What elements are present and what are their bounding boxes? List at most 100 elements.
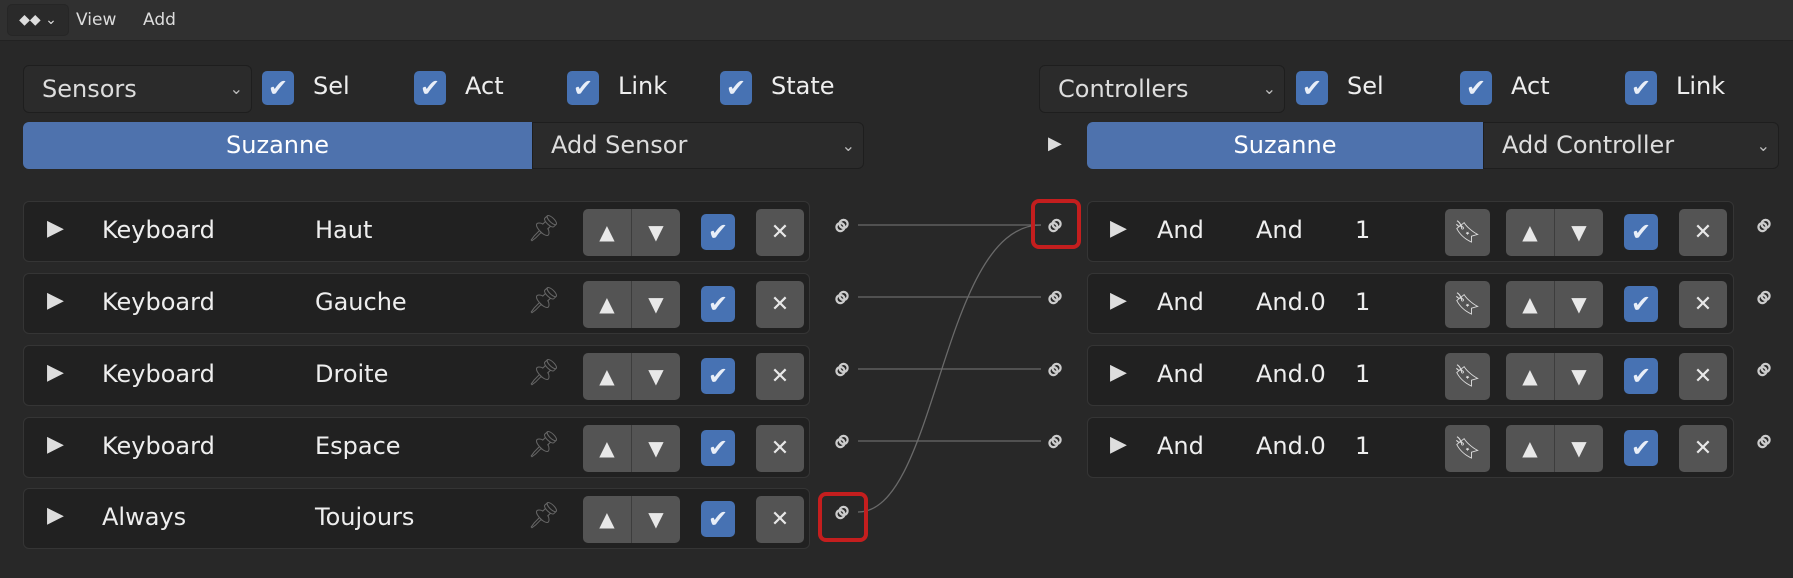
expand-arrow-icon[interactable]: ▶	[1110, 432, 1127, 457]
expand-arrow-icon[interactable]: ▶	[1110, 360, 1127, 385]
highlight-box	[1031, 199, 1081, 249]
controller-state[interactable]: 1	[1355, 432, 1370, 460]
expand-arrow-icon[interactable]: ▶	[1110, 288, 1127, 313]
bookmark-button[interactable]: 🔖︎	[1445, 425, 1490, 472]
pin-icon[interactable]: 📌︎	[527, 430, 560, 460]
bookmark-icon: 🔖︎	[1453, 436, 1482, 461]
remove-button[interactable]: ✕	[1679, 425, 1727, 472]
sensor-type[interactable]: Keyboard	[102, 216, 215, 244]
expand-arrow-icon[interactable]: ▶	[47, 432, 64, 457]
pin-icon[interactable]: 📌︎	[527, 501, 560, 531]
controller-state[interactable]: 1	[1355, 288, 1370, 316]
active-checkbox[interactable]: ✔	[1624, 430, 1658, 466]
close-icon: ✕	[770, 507, 790, 532]
active-checkbox[interactable]: ✔	[701, 214, 735, 250]
sensor-type[interactable]: Keyboard	[102, 432, 215, 460]
active-checkbox[interactable]: ✔	[1624, 214, 1658, 250]
sensor-name[interactable]: Droite	[315, 360, 388, 388]
bookmark-icon: 🔖︎	[1453, 220, 1482, 245]
pin-icon[interactable]: 📌︎	[527, 286, 560, 316]
move-down-button[interactable]: ▼	[632, 425, 680, 472]
move-up-down-buttons: ▲ ▼	[1506, 425, 1603, 472]
sensor-row: ▶ Always Toujours 📌︎ ▲ ▼ ✔ ✕	[23, 488, 810, 549]
sensor-row: ▶ Keyboard Gauche 📌︎ ▲ ▼ ✔ ✕	[23, 273, 810, 334]
controller-row: ▶ And And 1 🔖︎ ▲ ▼ ✔ ✕	[1087, 201, 1734, 262]
sensor-name[interactable]: Toujours	[315, 503, 414, 531]
highlight-box	[818, 492, 868, 542]
sensor-name[interactable]: Espace	[315, 432, 401, 460]
sensor-type[interactable]: Keyboard	[102, 360, 215, 388]
remove-button[interactable]: ✕	[756, 496, 804, 543]
move-up-button[interactable]: ▲	[583, 425, 631, 472]
controller-type[interactable]: And	[1157, 216, 1204, 244]
controller-state[interactable]: 1	[1355, 360, 1370, 388]
move-down-button[interactable]: ▼	[1555, 425, 1603, 472]
expand-arrow-icon[interactable]: ▶	[47, 216, 64, 241]
controller-name[interactable]: And.0	[1256, 288, 1326, 316]
move-up-button[interactable]: ▲	[1506, 281, 1554, 328]
controller-name[interactable]: And	[1256, 216, 1303, 244]
move-down-button[interactable]: ▼	[632, 353, 680, 400]
sensor-row: ▶ Keyboard Haut 📌︎ ▲ ▼ ✔ ✕	[23, 201, 810, 262]
move-down-button[interactable]: ▼	[1555, 209, 1603, 256]
controller-state[interactable]: 1	[1355, 216, 1370, 244]
remove-button[interactable]: ✕	[756, 209, 804, 256]
move-up-button[interactable]: ▲	[1506, 425, 1554, 472]
controller-row: ▶ And And.0 1 🔖︎ ▲ ▼ ✔ ✕	[1087, 273, 1734, 334]
bookmark-button[interactable]: 🔖︎	[1445, 353, 1490, 400]
move-up-button[interactable]: ▲	[1506, 209, 1554, 256]
remove-button[interactable]: ✕	[1679, 281, 1727, 328]
move-up-down-buttons: ▲ ▼	[583, 496, 680, 543]
expand-arrow-icon[interactable]: ▶	[1110, 216, 1127, 241]
close-icon: ✕	[770, 436, 790, 461]
move-up-button[interactable]: ▲	[1506, 353, 1554, 400]
bookmark-icon: 🔖︎	[1453, 292, 1482, 317]
move-up-button[interactable]: ▲	[583, 209, 631, 256]
expand-arrow-icon[interactable]: ▶	[47, 360, 64, 385]
active-checkbox[interactable]: ✔	[701, 430, 735, 466]
move-down-button[interactable]: ▼	[632, 496, 680, 543]
expand-arrow-icon[interactable]: ▶	[47, 288, 64, 313]
move-down-button[interactable]: ▼	[632, 281, 680, 328]
close-icon: ✕	[770, 364, 790, 389]
controller-name[interactable]: And.0	[1256, 432, 1326, 460]
remove-button[interactable]: ✕	[1679, 353, 1727, 400]
sensor-type[interactable]: Always	[102, 503, 186, 531]
close-icon: ✕	[1693, 292, 1713, 317]
controller-name[interactable]: And.0	[1256, 360, 1326, 388]
sensor-name[interactable]: Haut	[315, 216, 372, 244]
sensor-row: ▶ Keyboard Espace 📌︎ ▲ ▼ ✔ ✕	[23, 417, 810, 478]
move-up-down-buttons: ▲ ▼	[1506, 281, 1603, 328]
move-down-button[interactable]: ▼	[1555, 281, 1603, 328]
remove-button[interactable]: ✕	[756, 281, 804, 328]
active-checkbox[interactable]: ✔	[1624, 286, 1658, 322]
active-checkbox[interactable]: ✔	[701, 358, 735, 394]
pin-icon[interactable]: 📌︎	[527, 358, 560, 388]
sensor-row: ▶ Keyboard Droite 📌︎ ▲ ▼ ✔ ✕	[23, 345, 810, 406]
expand-arrow-icon[interactable]: ▶	[47, 503, 64, 528]
move-up-button[interactable]: ▲	[583, 353, 631, 400]
move-up-button[interactable]: ▲	[583, 281, 631, 328]
move-up-down-buttons: ▲ ▼	[583, 281, 680, 328]
move-up-down-buttons: ▲ ▼	[583, 425, 680, 472]
bookmark-button[interactable]: 🔖︎	[1445, 209, 1490, 256]
close-icon: ✕	[770, 292, 790, 317]
move-up-button[interactable]: ▲	[583, 496, 631, 543]
controller-type[interactable]: And	[1157, 288, 1204, 316]
remove-button[interactable]: ✕	[756, 353, 804, 400]
active-checkbox[interactable]: ✔	[1624, 358, 1658, 394]
pin-icon[interactable]: 📌︎	[527, 214, 560, 244]
remove-button[interactable]: ✕	[1679, 209, 1727, 256]
active-checkbox[interactable]: ✔	[701, 501, 735, 537]
controller-row: ▶ And And.0 1 🔖︎ ▲ ▼ ✔ ✕	[1087, 417, 1734, 478]
active-checkbox[interactable]: ✔	[701, 286, 735, 322]
sensor-name[interactable]: Gauche	[315, 288, 407, 316]
close-icon: ✕	[770, 220, 790, 245]
move-down-button[interactable]: ▼	[1555, 353, 1603, 400]
move-down-button[interactable]: ▼	[632, 209, 680, 256]
remove-button[interactable]: ✕	[756, 425, 804, 472]
bookmark-button[interactable]: 🔖︎	[1445, 281, 1490, 328]
controller-type[interactable]: And	[1157, 360, 1204, 388]
controller-type[interactable]: And	[1157, 432, 1204, 460]
sensor-type[interactable]: Keyboard	[102, 288, 215, 316]
